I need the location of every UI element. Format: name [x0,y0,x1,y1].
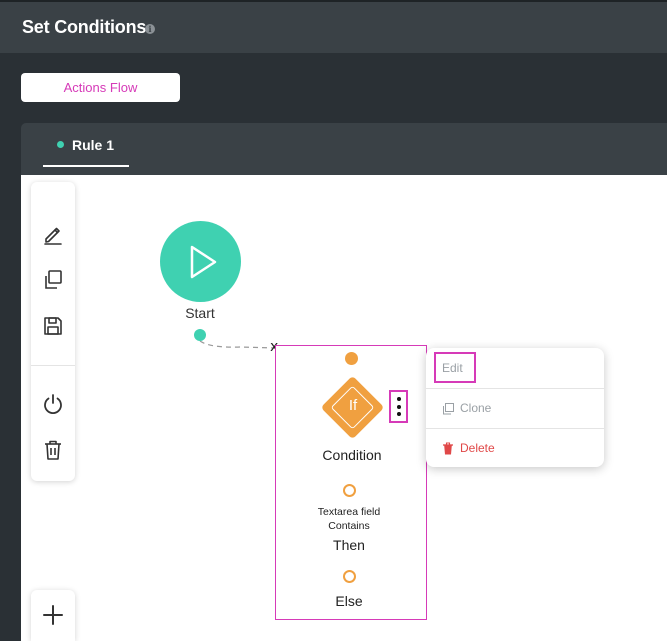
if-badge: If [348,397,358,414]
edit-label: Edit [442,361,463,375]
edit-menu-item[interactable]: Edit [434,352,476,383]
menu-divider [426,388,604,389]
rule-field: Textarea field [317,506,381,518]
kebab-dot [397,404,401,409]
node-menu-button[interactable] [389,390,408,423]
start-output-port[interactable] [194,329,206,341]
kebab-dot [397,412,401,416]
clone-icon [443,403,454,415]
menu-divider [426,428,604,429]
start-node[interactable] [160,221,241,302]
else-label: Else [335,593,363,609]
condition-input-port[interactable] [345,352,358,365]
delete-icon [443,442,453,455]
rule-summary: Textarea field Contains [300,505,398,533]
clone-menu-item[interactable]: Clone [460,401,491,415]
start-label: Start [185,305,215,321]
else-output-port[interactable] [343,570,356,583]
delete-menu-item[interactable]: Delete [460,441,495,455]
kebab-icon [397,397,401,401]
node-context-menu: Edit Clone Delete [426,348,604,467]
then-output-port[interactable] [343,484,356,497]
play-icon [190,245,217,279]
rule-operator: Contains [328,520,370,532]
condition-label: Condition [322,447,382,463]
then-label: Then [333,537,365,553]
